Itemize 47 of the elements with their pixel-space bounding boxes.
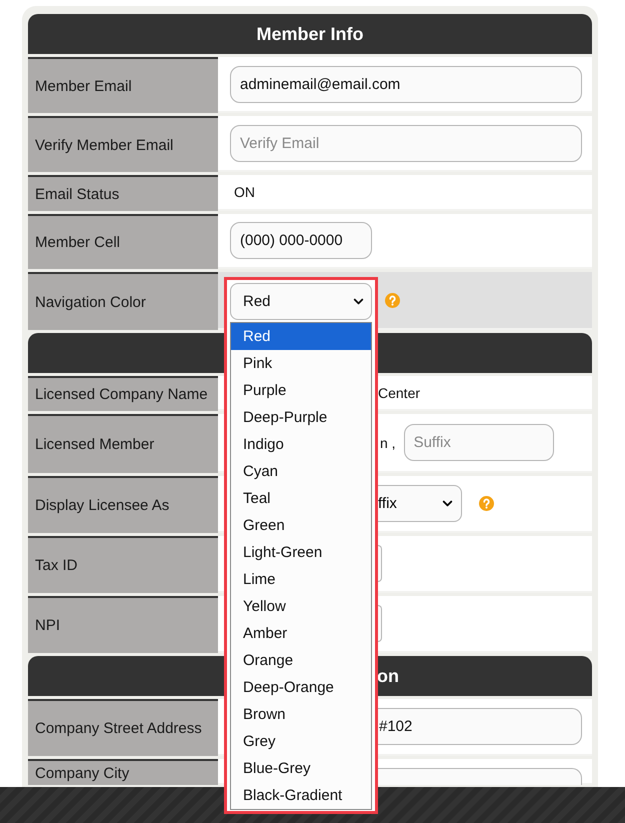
select-field[interactable]: ffix <box>378 485 462 522</box>
field-label: Email Status <box>28 175 218 211</box>
input-field[interactable]: (000) 000-0000 <box>230 222 372 259</box>
field-label: Display Licensee As <box>28 476 218 533</box>
input-field[interactable]: adminemail@email.com <box>230 66 582 102</box>
field-value: Center <box>378 384 420 400</box>
field-label: Member Cell <box>28 214 218 269</box>
dropdown-option[interactable]: Purple <box>231 377 371 404</box>
section-title: Member Info <box>256 24 364 44</box>
dropdown-option[interactable]: Red <box>231 323 371 350</box>
dropdown-option[interactable]: Amber <box>231 620 371 647</box>
help-icon[interactable] <box>479 496 494 511</box>
dropdown-option[interactable]: Lime <box>231 566 371 593</box>
dropdown-option[interactable]: Cyan <box>231 458 371 485</box>
section-title: on <box>377 666 399 686</box>
field-label: Verify Member Email <box>28 116 218 172</box>
field-value: ON <box>234 184 255 200</box>
field-label: Company City <box>28 759 218 785</box>
input-field[interactable]: Suffix <box>404 424 554 461</box>
field-label: Licensed Member <box>28 414 218 473</box>
input-field[interactable] <box>378 605 382 642</box>
field-label: Member Email <box>28 57 218 113</box>
color-select[interactable]: Red <box>230 283 372 320</box>
dropdown-option[interactable]: Green <box>231 512 371 539</box>
input-field[interactable] <box>378 768 582 785</box>
dropdown-option[interactable]: Deep-Orange <box>231 674 371 701</box>
dropdown-option[interactable]: Yellow <box>231 593 371 620</box>
dropdown-option[interactable]: Grey <box>231 728 371 755</box>
dropdown-option[interactable]: Pink <box>231 350 371 377</box>
input-field[interactable]: #102 <box>378 708 582 745</box>
field-label: Company Street Address <box>28 699 218 756</box>
dropdown-option[interactable]: Teal <box>231 485 371 512</box>
field-label: Navigation Color <box>28 272 218 330</box>
dropdown-option[interactable]: Indigo <box>231 431 371 458</box>
dropdown-option[interactable]: Black-Gradient <box>231 782 371 809</box>
field-label: Licensed Company Name <box>28 376 218 411</box>
dropdown-option[interactable]: Deep-Purple <box>231 404 371 431</box>
field-label: NPI <box>28 596 218 653</box>
input-field[interactable]: Verify Email <box>230 124 582 162</box>
field-label: Tax ID <box>28 536 218 593</box>
input-field[interactable] <box>378 545 382 582</box>
dropdown-option[interactable]: Orange <box>231 647 371 674</box>
dropdown-option[interactable]: Brown <box>231 701 371 728</box>
dropdown-option[interactable]: Light-Green <box>231 539 371 566</box>
field-value: n , <box>380 434 396 450</box>
help-icon[interactable] <box>385 292 400 308</box>
dropdown-option[interactable]: Blue-Grey <box>231 755 371 782</box>
